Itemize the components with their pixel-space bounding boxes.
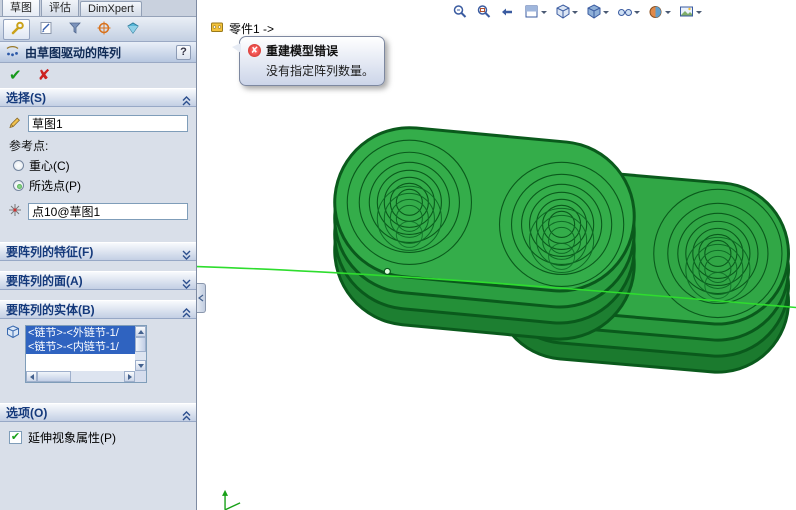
group-header-label: 要阵列的面(A) — [6, 274, 83, 288]
previous-view-icon[interactable] — [500, 4, 516, 20]
dimxpert-manager-tab[interactable] — [119, 19, 146, 40]
help-button[interactable]: ? — [176, 44, 191, 60]
rebuild-error-tooltip: ✘ 重建模型错误 没有指定阵列数量。 — [231, 36, 386, 86]
panel-title: 由草图驱动的阵列 — [25, 45, 122, 60]
chevron-up-icon — [182, 408, 191, 427]
wrench-icon — [10, 21, 24, 38]
group-header-label: 要阵列的实体(B) — [6, 303, 95, 317]
group-header-label: 要阵列的特征(F) — [6, 245, 94, 259]
scrollbar-corner — [135, 371, 146, 382]
selection-group-content: 参考点: 重心(C) 所选点(P) — [0, 107, 196, 232]
tab-sketch[interactable]: 草图 — [2, 0, 40, 16]
sketch-driven-pattern-icon — [5, 44, 20, 61]
sketch-point-marker[interactable] — [383, 267, 391, 276]
dropdown-caret-icon[interactable] — [572, 10, 578, 14]
view-orientation-icon[interactable] — [555, 4, 578, 20]
flyout-tree-part[interactable]: 零件1 -> — [210, 20, 274, 37]
confirm-row: ✔ ✘ — [0, 63, 196, 88]
scroll-right-button[interactable] — [124, 371, 135, 382]
error-icon: ✘ — [248, 44, 261, 57]
panel-collapse-tab[interactable] — [197, 283, 206, 313]
display-style-icon[interactable] — [586, 4, 609, 20]
solidworks-window: 草图 评估 DimXpert 由草图驱动的阵列 ? ✔ ✘ 选择(S) 草图1 … — [0, 0, 796, 510]
property-manager-title-bar: 由草图驱动的阵列 ? — [0, 42, 196, 63]
funnel-icon — [68, 21, 82, 38]
gem-icon — [126, 21, 140, 38]
group-header-label: 选择(S) — [6, 91, 46, 105]
list-item[interactable]: <链节>-<内链节-1/ — [26, 340, 135, 354]
bodies-list: <链节>-<外链节-1/ <链节>-<内链节-1/ — [26, 326, 135, 371]
group-header-selection[interactable]: 选择(S) — [0, 88, 196, 107]
error-title: 重建模型错误 — [266, 44, 339, 58]
feature-manager-tab[interactable] — [32, 19, 59, 40]
bodies-listbox[interactable]: <链节>-<外链节-1/ <链节>-<内链节-1/ — [25, 325, 147, 383]
group-header-features[interactable]: 要阵列的特征(F) — [0, 242, 196, 261]
propagate-visual-checkbox[interactable]: ✔ — [9, 431, 22, 444]
radio-selected-point[interactable]: 所选点(P) — [13, 177, 188, 194]
propagate-visual-label: 延伸视象属性(P) — [28, 431, 116, 445]
cancel-button[interactable]: ✘ — [38, 68, 51, 83]
command-tab-bar: 草图 评估 DimXpert — [0, 0, 196, 17]
bodies-group-content: <链节>-<外链节-1/ <链节>-<内链节-1/ — [0, 319, 196, 391]
zoom-to-area-icon[interactable] — [476, 4, 492, 20]
radio-icon — [13, 160, 24, 171]
chevron-down-icon — [182, 247, 191, 266]
origin-triad — [222, 489, 241, 510]
dropdown-caret-icon[interactable] — [603, 10, 609, 14]
scroll-down-button[interactable] — [135, 360, 146, 371]
chevron-left-icon — [197, 291, 204, 305]
reference-point-field[interactable] — [28, 203, 188, 220]
pattern-feature-icon — [210, 20, 224, 37]
section-view-icon[interactable] — [524, 4, 547, 20]
hide-show-items-icon[interactable] — [617, 4, 640, 20]
scroll-up-button[interactable] — [135, 326, 146, 337]
dropdown-caret-icon[interactable] — [634, 10, 640, 14]
horizontal-scrollbar[interactable] — [26, 371, 135, 382]
pencil-icon — [8, 115, 23, 132]
property-manager-panel: 草图 评估 DimXpert 由草图驱动的阵列 ? ✔ ✘ 选择(S) 草图1 … — [0, 0, 197, 510]
zoom-in-out-icon[interactable] — [452, 4, 468, 20]
part-name-label: 零件1 -> — [229, 22, 275, 36]
dropdown-caret-icon[interactable] — [541, 10, 547, 14]
property-manager-tab[interactable] — [3, 18, 30, 40]
ok-button[interactable]: ✔ — [9, 68, 22, 83]
pattern-tab[interactable] — [90, 19, 117, 40]
scene-icon[interactable] — [679, 4, 702, 20]
chevron-down-icon — [182, 276, 191, 295]
vertical-scrollbar[interactable] — [135, 326, 146, 371]
appearances-icon[interactable] — [648, 4, 671, 20]
heads-up-toolbar — [452, 4, 702, 20]
group-header-label: 选项(O) — [6, 406, 48, 420]
group-header-options[interactable]: 选项(O) — [0, 403, 196, 422]
group-header-bodies[interactable]: 要阵列的实体(B) — [0, 300, 196, 319]
tab-dimxpert[interactable]: DimXpert — [80, 1, 142, 16]
radio-selected-point-label: 所选点(P) — [29, 179, 81, 193]
vertex-point-icon — [8, 203, 23, 220]
chevron-up-icon — [182, 93, 191, 112]
scroll-left-button[interactable] — [26, 371, 37, 382]
chevron-up-icon — [182, 305, 191, 324]
options-group-content: ✔ 延伸视象属性(P) — [0, 422, 196, 453]
horizontal-scroll-thumb[interactable] — [37, 371, 71, 382]
target-icon — [97, 21, 111, 38]
dropdown-caret-icon[interactable] — [665, 10, 671, 14]
group-header-faces[interactable]: 要阵列的面(A) — [0, 271, 196, 290]
solid-body-icon — [6, 325, 21, 342]
reference-point-label: 参考点: — [9, 139, 49, 153]
dropdown-caret-icon[interactable] — [696, 10, 702, 14]
vertical-scroll-thumb[interactable] — [135, 337, 146, 352]
radio-centroid[interactable]: 重心(C) — [13, 157, 188, 174]
list-item[interactable]: <链节>-<外链节-1/ — [26, 326, 135, 340]
tab-evaluate[interactable]: 评估 — [41, 0, 79, 16]
graphics-viewport[interactable]: 零件1 -> ✘ 重建模型错误 没有指定阵列数量。 — [197, 0, 796, 510]
panel-tab-strip — [0, 17, 196, 42]
radio-selected-icon — [13, 180, 24, 191]
sketch-page-icon — [39, 21, 53, 38]
reference-sketch-field[interactable] — [28, 115, 188, 132]
radio-centroid-label: 重心(C) — [29, 159, 70, 173]
error-message: 没有指定阵列数量。 — [266, 64, 375, 78]
filter-tab[interactable] — [61, 19, 88, 40]
